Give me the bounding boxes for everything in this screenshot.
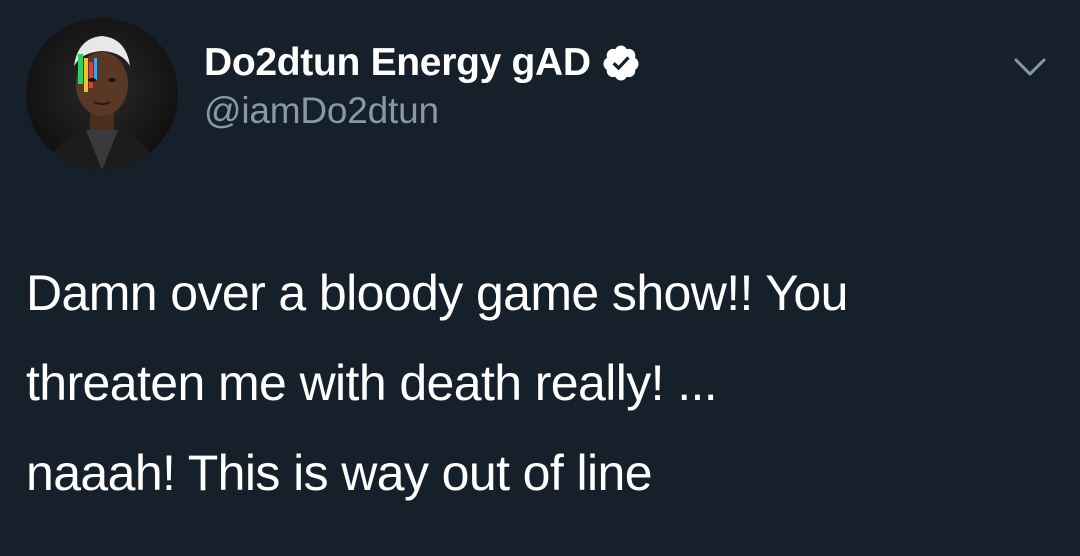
chevron-down-icon[interactable] (1010, 52, 1050, 82)
tweet-text-line: Damn over a bloody game show!! You (26, 265, 848, 321)
tweet-header: Do2dtun Energy gAD @iamDo2dtun (204, 38, 641, 132)
name-row: Do2dtun Energy gAD (204, 38, 641, 88)
avatar-photo-icon (46, 36, 158, 170)
author-display-name[interactable]: Do2dtun Energy gAD (204, 41, 591, 85)
author-handle[interactable]: @iamDo2dtun (204, 90, 641, 132)
tweet-card: Do2dtun Energy gAD @iamDo2dtun Damn over… (0, 0, 1080, 556)
verified-badge-icon (601, 43, 641, 83)
avatar[interactable] (26, 18, 178, 170)
tweet-text-line: threaten me with death really! ... (26, 355, 718, 411)
tweet-text-line: naaah! This is way out of line (26, 445, 653, 501)
tweet-text: Damn over a bloody game show!! You threa… (26, 248, 1066, 518)
